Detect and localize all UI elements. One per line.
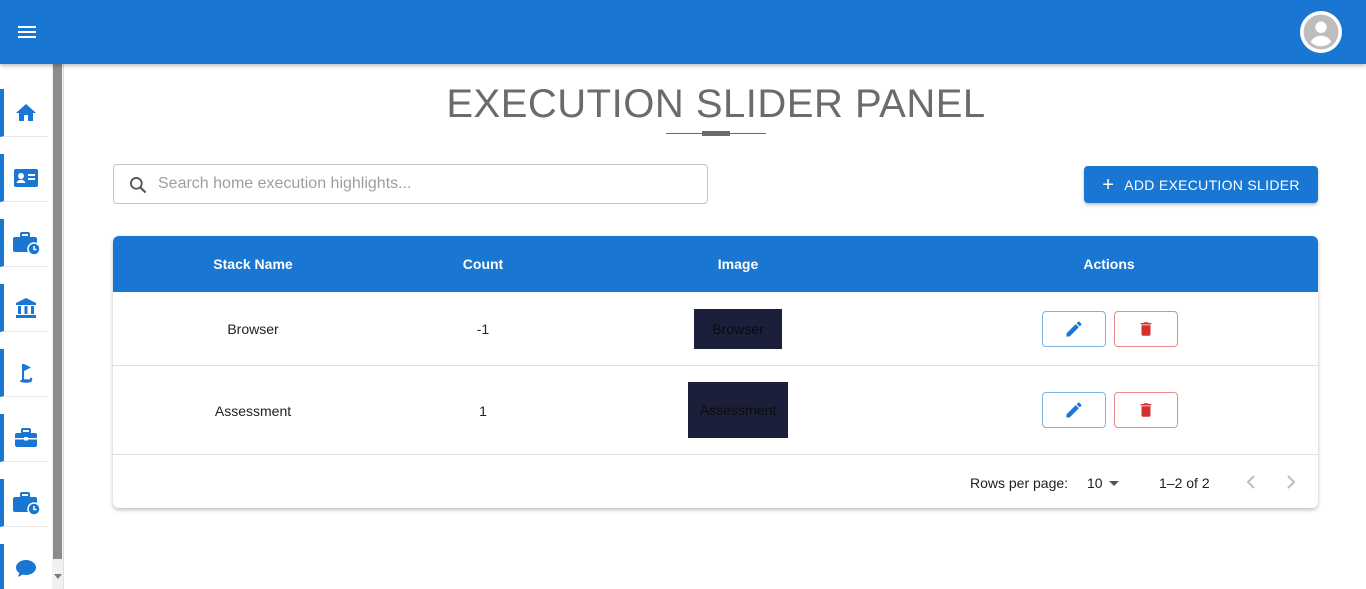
column-header-stack-name[interactable]: Stack Name [193, 256, 313, 272]
sidebar-item-chat[interactable] [0, 544, 48, 589]
page-title: EXECUTION SLIDER PANEL [446, 82, 986, 126]
cell-stack-name: Assessment [214, 403, 292, 419]
sidebar-item-briefcase-clock[interactable] [0, 219, 48, 267]
sidebar-item-home[interactable] [0, 89, 48, 137]
delete-icon [1140, 322, 1152, 336]
previous-page-button[interactable] [1239, 470, 1263, 494]
cell-count: -1 [476, 321, 490, 337]
app-bar [0, 0, 1366, 64]
sidebar-item-contact-card[interactable] [0, 154, 48, 202]
delete-button[interactable] [1114, 392, 1178, 428]
edit-button[interactable] [1042, 311, 1106, 347]
sidebar-item-golf[interactable] [0, 349, 48, 397]
menu-icon[interactable] [16, 20, 48, 44]
home-icon [16, 103, 36, 121]
edit-icon [1066, 402, 1082, 418]
rows-per-page-select[interactable]: 10 [1087, 475, 1103, 491]
search-input[interactable] [158, 169, 698, 199]
briefcase-clock-icon [13, 231, 41, 256]
plus-icon: + [1102, 173, 1115, 196]
briefcase-clock-icon [13, 491, 41, 516]
title-divider-accent [702, 131, 730, 136]
row-image: Assessment [688, 382, 788, 438]
id-card-icon [14, 168, 38, 187]
sidebar-item-briefcase-clock-2[interactable] [0, 479, 48, 527]
image-alt-text: Assessment [699, 402, 777, 418]
row-image: Browser [694, 309, 782, 349]
sidebar [0, 64, 64, 589]
image-alt-text: Browser [712, 321, 764, 337]
sidebar-item-briefcase[interactable] [0, 414, 48, 462]
column-header-count[interactable]: Count [433, 256, 533, 272]
sidebar-scrollbar[interactable] [52, 64, 63, 589]
table-row: Assessment 1 Assessment [113, 366, 1318, 455]
delete-icon [1140, 403, 1152, 417]
chevron-right-icon [1287, 475, 1296, 489]
sidebar-item-institution[interactable] [0, 284, 48, 332]
data-table: Stack Name Count Image Actions Browser -… [113, 236, 1318, 508]
column-header-image[interactable]: Image [688, 256, 788, 272]
briefcase-icon [15, 427, 37, 447]
search-field[interactable] [113, 164, 708, 204]
pagination-range: 1–2 of 2 [1159, 475, 1210, 491]
account-avatar[interactable] [1300, 11, 1342, 53]
table-pagination: Rows per page: 10 1–2 of 2 [113, 456, 1318, 508]
add-execution-slider-button[interactable]: + ADD EXECUTION SLIDER [1084, 166, 1318, 203]
edit-icon [1066, 321, 1082, 337]
table-row: Browser -1 Browser [113, 292, 1318, 366]
account-circle-icon [1303, 14, 1339, 50]
dropdown-arrow-icon[interactable] [1109, 481, 1119, 486]
scroll-down-arrow-icon[interactable] [54, 574, 62, 579]
rows-per-page-label: Rows per page: [970, 475, 1069, 491]
cell-stack-name: Browser [227, 321, 279, 337]
add-button-label: ADD EXECUTION SLIDER [1124, 176, 1300, 193]
search-icon [130, 177, 147, 194]
delete-button[interactable] [1114, 311, 1178, 347]
column-header-actions[interactable]: Actions [1059, 256, 1159, 272]
table-header: Stack Name Count Image Actions [113, 236, 1318, 292]
golf-flag-icon [20, 363, 33, 383]
chat-bubble-icon [16, 559, 36, 577]
next-page-button[interactable] [1279, 470, 1303, 494]
scrollbar-thumb[interactable] [53, 64, 62, 559]
cell-count: 1 [479, 403, 487, 419]
bank-icon [16, 297, 36, 318]
edit-button[interactable] [1042, 392, 1106, 428]
chevron-left-icon [1246, 475, 1255, 489]
